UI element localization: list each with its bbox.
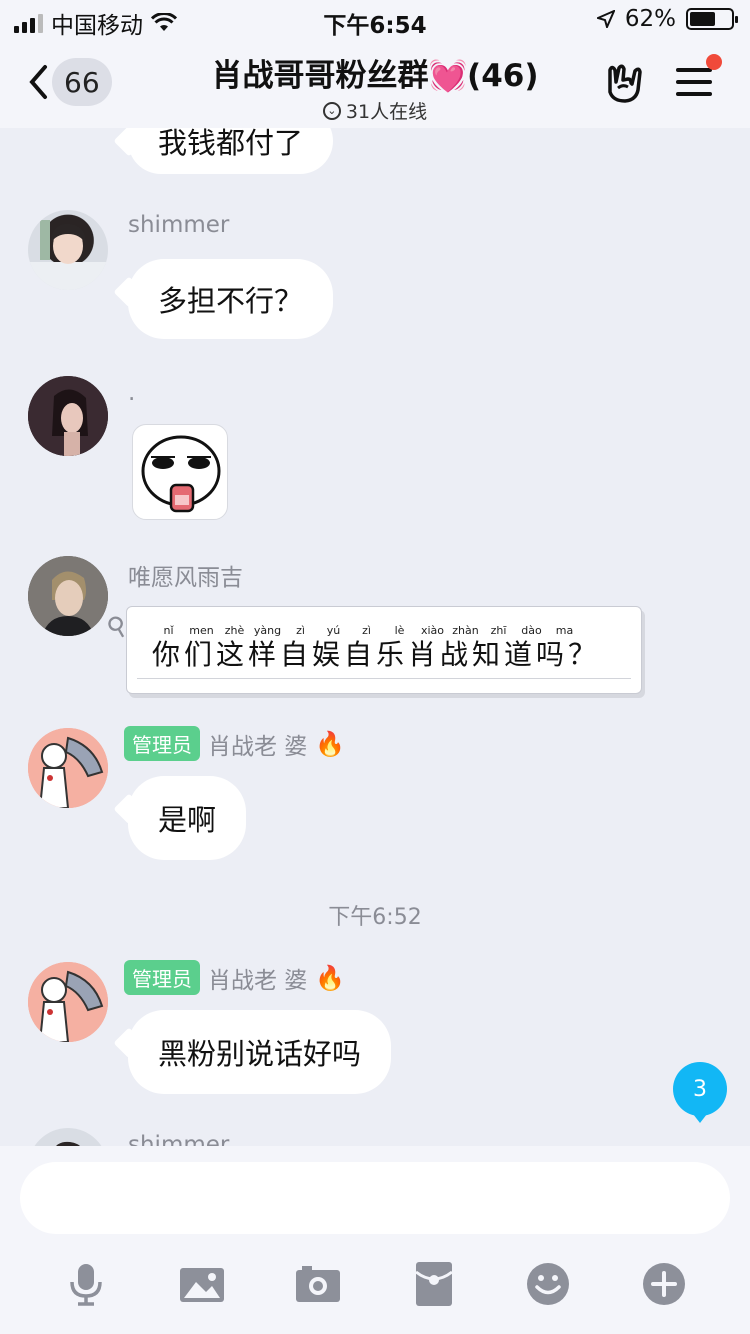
microphone-icon[interactable] — [64, 1262, 108, 1306]
battery-icon — [686, 8, 738, 30]
message-bubble[interactable]: 黑粉别说话好吗 — [128, 1010, 392, 1094]
sender-label: shimmer — [128, 212, 230, 238]
sender-name: shimmer — [128, 212, 229, 238]
message-text: 是啊 — [158, 803, 217, 837]
sticker-image — [141, 435, 221, 513]
message-bubble[interactable]: 是啊 — [128, 776, 247, 860]
fire-icon: 🔥 — [315, 963, 346, 992]
status-bar: 中国移动 下午6:54 62% — [0, 0, 750, 40]
sender-name: shimmer — [128, 1132, 229, 1146]
menu-button[interactable] — [676, 54, 722, 98]
avatar-image — [28, 376, 108, 456]
battery-percent: 62% — [624, 6, 676, 32]
sender-label: shimmer — [128, 1132, 230, 1146]
red-packet-icon[interactable] — [412, 1262, 456, 1306]
avatar-image — [28, 220, 108, 290]
title-bar: 66 肖战哥哥粉丝群💓(46) ⌄ 31人在线 — [0, 40, 750, 128]
admin-badge: 管理员 — [124, 726, 200, 761]
avatar-image — [56, 1141, 80, 1146]
menu-icon — [676, 68, 712, 72]
new-messages-badge[interactable]: 3 — [673, 1062, 727, 1123]
time-divider: 下午6:52 — [328, 905, 422, 930]
notification-dot — [706, 54, 722, 70]
rock-hand-icon[interactable] — [604, 62, 644, 104]
plus-icon[interactable] — [642, 1262, 686, 1306]
sender-label: 肖战老 婆 — [208, 733, 308, 760]
unread-count-badge: 66 — [52, 58, 112, 106]
sender-label: . — [128, 380, 136, 406]
avatar[interactable] — [28, 1128, 108, 1146]
avatar-image — [28, 962, 108, 1042]
message-input[interactable] — [20, 1162, 730, 1234]
avatar[interactable] — [28, 376, 108, 456]
message-bubble[interactable]: 多担不行？ — [128, 259, 334, 339]
camera-icon[interactable] — [296, 1262, 340, 1306]
group-title: 肖战哥哥粉丝群💓(46) — [211, 58, 539, 94]
avatar-image — [28, 728, 108, 808]
message-text: 黑粉别说话好吗 — [158, 1037, 362, 1071]
input-area — [0, 1146, 750, 1334]
fire-icon: 🔥 — [315, 729, 346, 758]
sender-name: 唯愿风雨吉 — [128, 558, 243, 592]
avatar[interactable] — [28, 962, 108, 1042]
chat-header[interactable]: 肖战哥哥粉丝群💓(46) ⌄ 31人在线 — [150, 50, 600, 124]
battery-fill — [690, 12, 715, 26]
image-icon[interactable] — [180, 1262, 224, 1306]
status-right: 62% — [596, 6, 738, 32]
input-toolbar — [0, 1262, 750, 1306]
online-status: ⌄ 31人在线 — [150, 97, 600, 124]
sender-name: 管理员 肖战老 婆 🔥 — [124, 960, 345, 995]
message-text: 我钱都付了 — [158, 128, 304, 160]
note-text: 你们这样自娱自乐肖战知道吗？ — [152, 638, 601, 671]
avatar[interactable] — [28, 210, 108, 290]
message-text: 多担不行？ — [158, 284, 304, 318]
location-arrow-icon — [596, 10, 615, 28]
sender-label: 肖战老 婆 — [208, 967, 308, 994]
message-bubble[interactable]: 我钱都付了 — [128, 128, 334, 174]
sender-name: . — [128, 380, 135, 406]
avatar-image — [28, 556, 108, 636]
meme-face-sticker[interactable] — [132, 424, 228, 520]
back-chevron-icon — [29, 65, 47, 99]
message-list[interactable]: 我钱都付了 shimmer 多担不行？ . 唯愿风雨吉 ⚲ nǐ men zhè… — [0, 128, 750, 1146]
online-count: 31人在线 — [345, 101, 428, 123]
avatar[interactable] — [28, 728, 108, 808]
sender-label: 唯愿风雨吉 — [128, 565, 243, 591]
chevron-down-icon: ⌄ — [322, 101, 341, 120]
admin-badge: 管理员 — [124, 960, 200, 995]
back-button[interactable]: 66 — [28, 58, 112, 106]
sender-name: 管理员 肖战老 婆 🔥 — [124, 726, 345, 761]
emoji-icon[interactable] — [526, 1262, 570, 1306]
avatar[interactable] — [28, 556, 108, 636]
